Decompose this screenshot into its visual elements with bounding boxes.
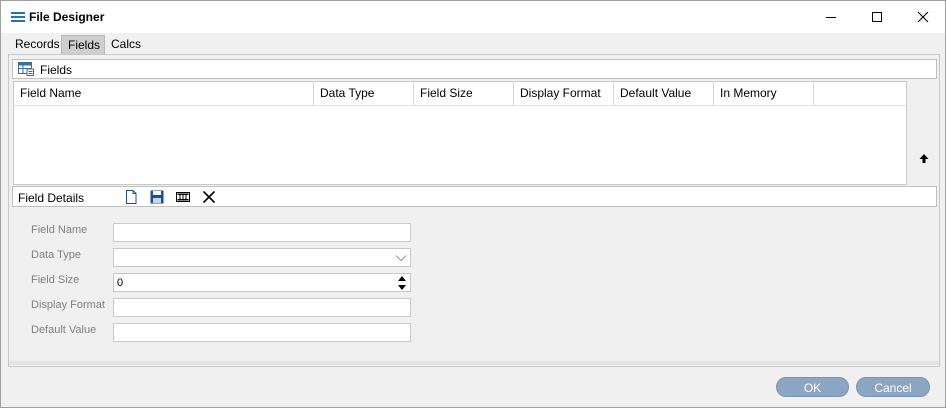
field-details-toolbar: Field Details [12,186,937,207]
column-header-field-size[interactable]: Field Size [414,82,514,105]
column-header-in-memory[interactable]: In Memory [714,82,814,105]
default-value-input[interactable] [113,323,411,342]
tab-calcs[interactable]: Calcs [105,35,145,54]
field-size-input[interactable] [113,273,411,292]
display-format-label: Display Format [31,299,105,311]
new-document-icon[interactable] [123,189,139,205]
data-type-label: Data Type [31,249,81,261]
minimize-icon [826,17,836,18]
maximize-button[interactable] [854,1,900,33]
display-format-input[interactable] [113,298,411,317]
column-header-display-format[interactable]: Display Format [514,82,614,105]
film-strip-icon[interactable] [175,189,191,205]
cancel-button[interactable]: Cancel [856,377,930,397]
panel-bottom-divider [9,361,939,365]
file-designer-window: File Designer Records Fields Calcs Field… [0,0,946,408]
minimize-button[interactable] [808,1,854,33]
tab-fields[interactable]: Fields [61,35,105,54]
close-icon [917,11,929,23]
maximize-icon [872,12,882,22]
ok-button[interactable]: OK [776,377,849,397]
field-size-label: Field Size [31,274,80,286]
data-type-select[interactable] [113,248,411,267]
tab-records[interactable]: Records [9,35,61,54]
column-header-default-value[interactable]: Default Value [614,82,714,105]
default-value-label: Default Value [31,324,97,336]
field-name-input[interactable] [113,223,411,242]
field-name-label: Field Name [31,224,88,236]
grid-header-row: Field Name Data Type Field Size Display … [14,82,906,106]
delete-x-icon[interactable] [201,189,217,205]
move-up-arrow-icon[interactable] [918,153,930,165]
fields-grid[interactable]: Field Name Data Type Field Size Display … [13,81,907,185]
column-header-field-name[interactable]: Field Name [14,82,314,105]
save-icon[interactable] [149,189,165,205]
table-icon [18,62,34,76]
window-title: File Designer [29,10,105,24]
fields-section-label: Fields [40,63,73,77]
list-icon [11,12,25,22]
fields-section-header: Fields [12,59,937,79]
column-header-data-type[interactable]: Data Type [314,82,414,105]
close-button[interactable] [900,1,946,33]
spinner-arrows-icon[interactable] [396,274,408,292]
field-details-label: Field Details [18,191,85,205]
title-bar[interactable]: File Designer [1,1,945,33]
